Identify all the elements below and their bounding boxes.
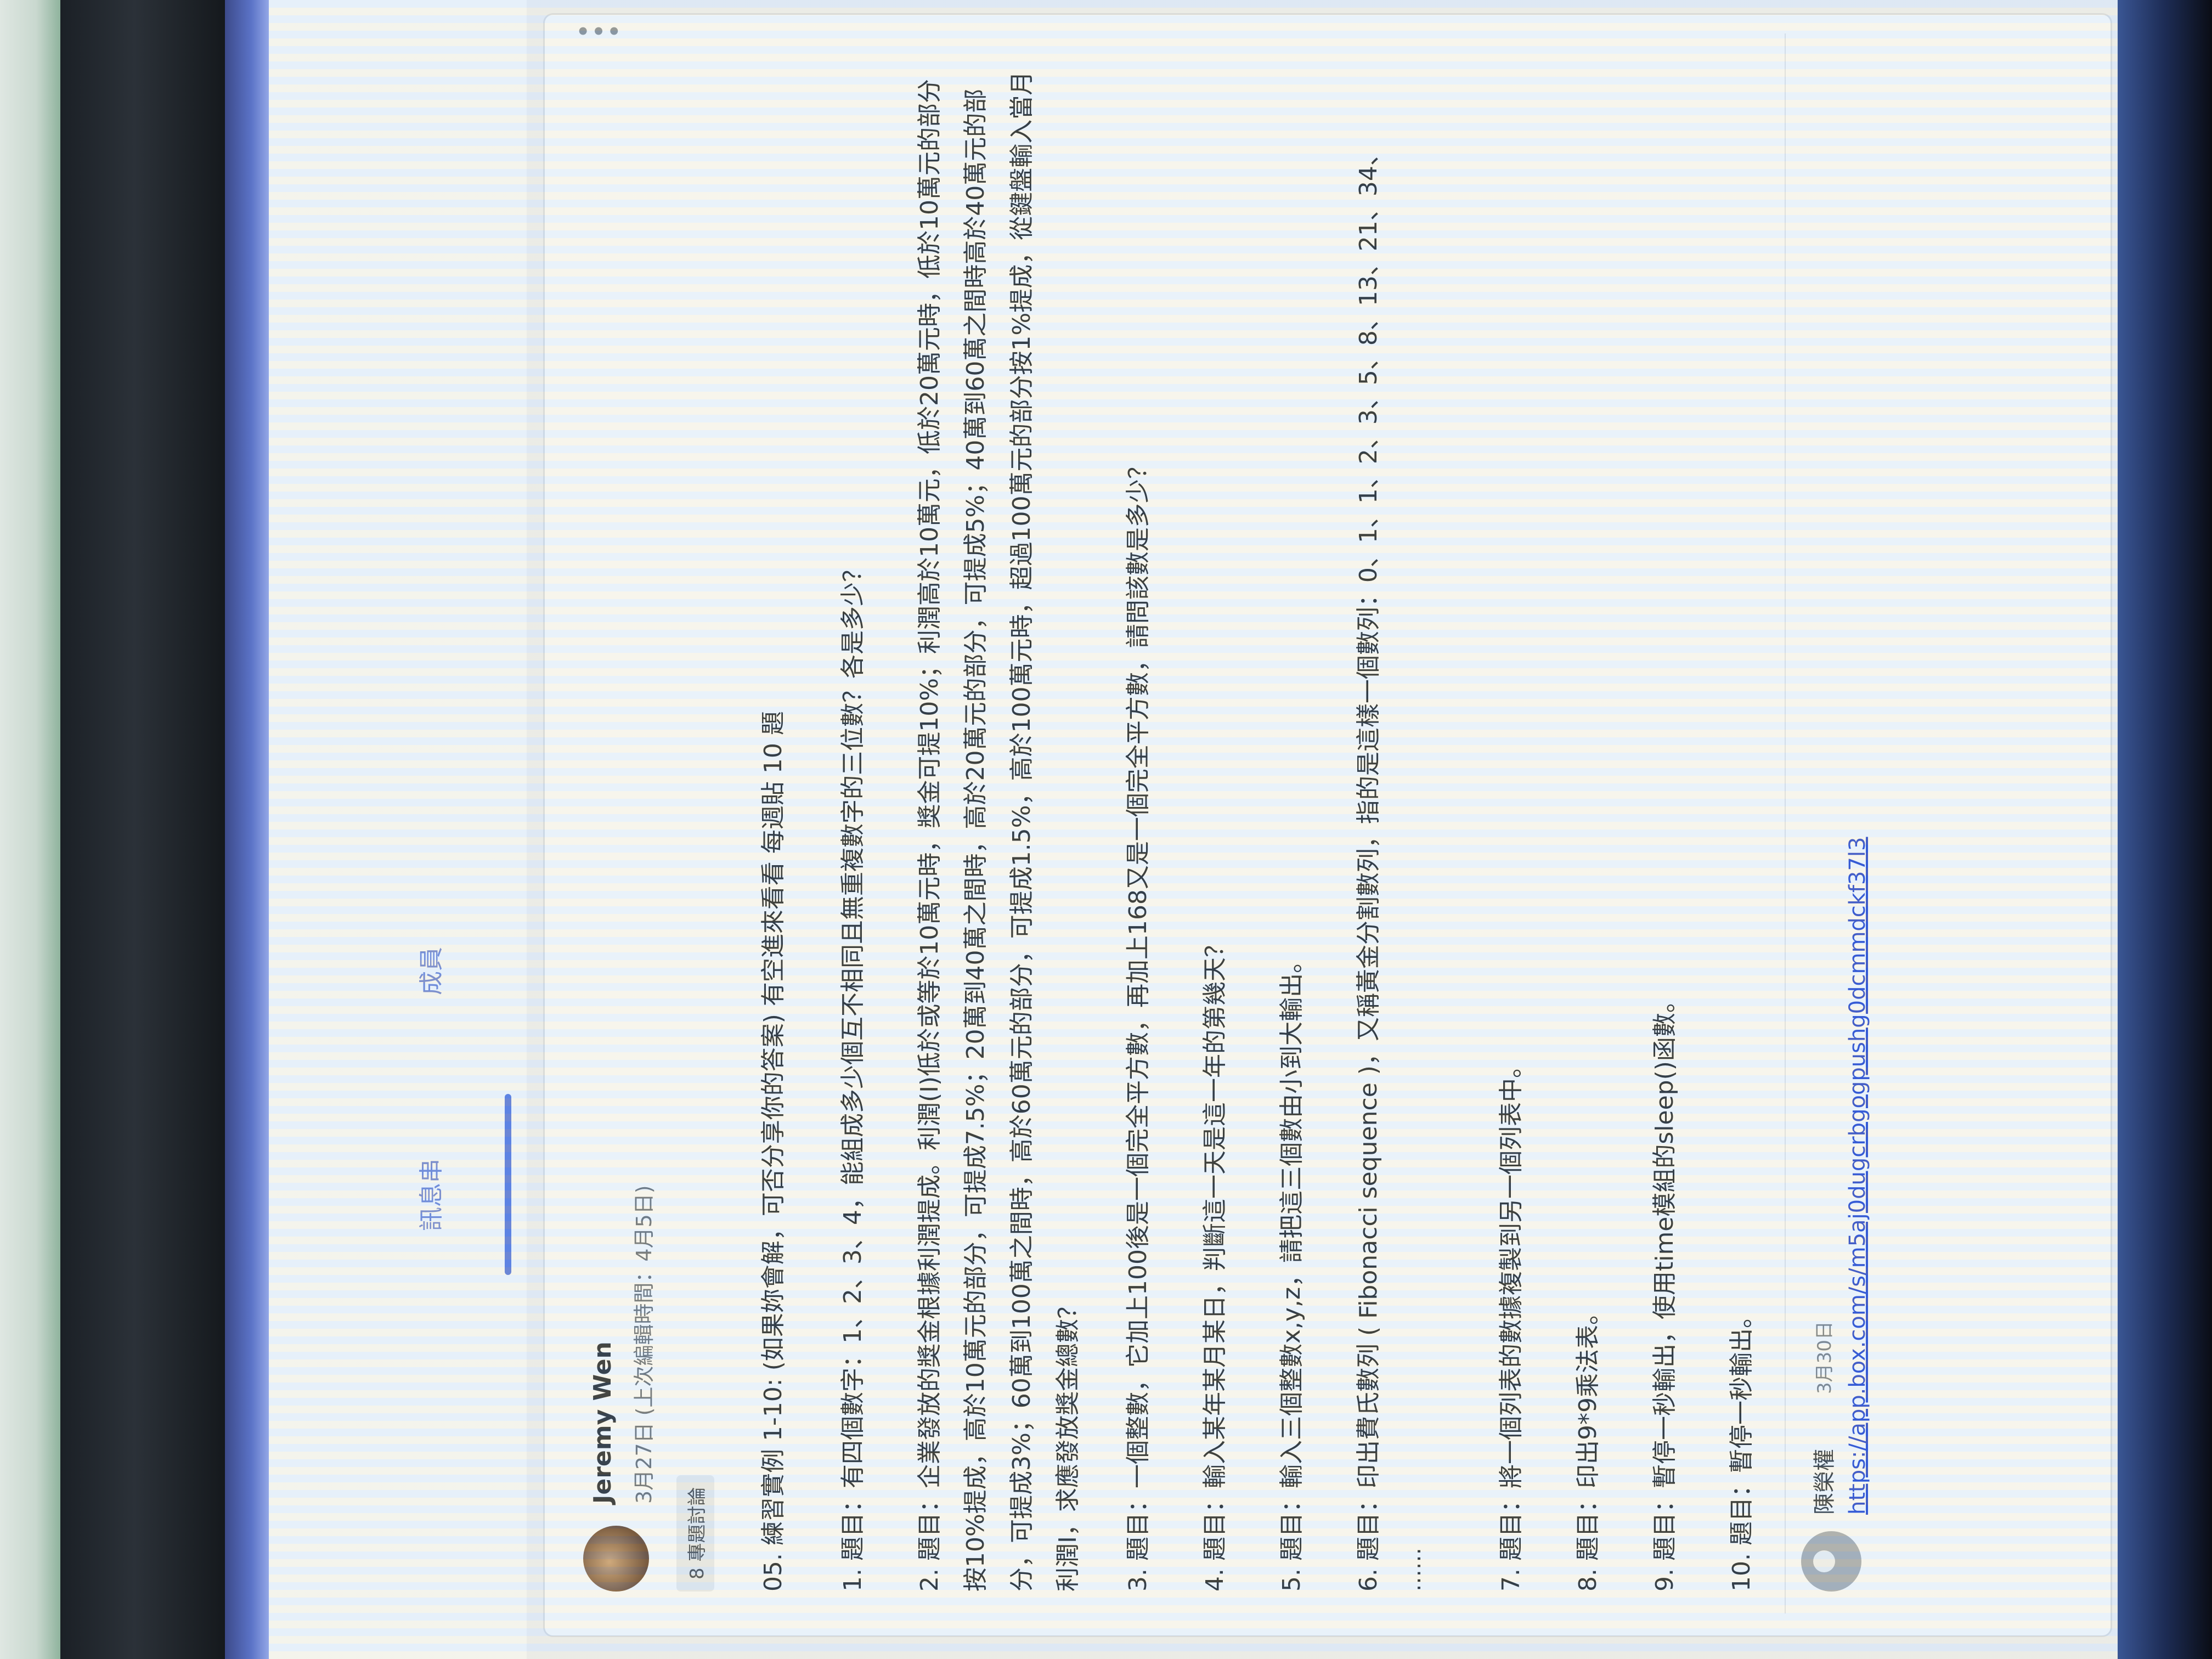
question-item: 6. 題目：印出費氏數列 ( Fibonacci sequence )，又稱黃金…	[1355, 142, 1383, 1592]
question-item: 3. 題目：一個整數，它加上100後是一個完全平方數，再加上168又是一個完全平…	[1124, 455, 1152, 1592]
question-item: 4. 題目：輸入某年某月某日，判斷這一天是這一年的第幾天？	[1201, 933, 1229, 1592]
post-author: Jeremy Wen	[589, 1341, 617, 1504]
comment-date: 3月30日	[1814, 1321, 1836, 1394]
question-item: 2. 題目：企業發放的獎金根據利潤提成。利潤(I)低於或等於10萬元時，獎金可提…	[916, 71, 1082, 1592]
monitor-bezel-left	[60, 0, 225, 1659]
question-item: 1. 題目：有四個數字：1、2、3、4，能組成多少個互不相同且無重複數字的三位數…	[839, 558, 867, 1592]
comment-author: 陳榮權	[1812, 1449, 1837, 1515]
question-item: 5. 題目：輸入三個整數x,y,z，請把這三個數由小到大輸出。	[1278, 949, 1306, 1592]
screen-edge	[225, 0, 269, 1659]
post-card: Jeremy Wen 3月27日 (上次編輯時間：4月5日) ••• 8 專題討…	[543, 13, 2112, 1637]
post-title: 05. 練習實例 1-10: (如果妳會解，可否分享你的答案) 有空進來看看 每…	[759, 711, 787, 1592]
screen: 訊息串 成員 Jeremy Wen 3月27日 (上次編輯時間：4月5日) ••…	[269, 0, 2118, 1659]
question-item: 9. 題目：暫停一秒輸出，使用time模組的sleep()函數。	[1651, 989, 1679, 1592]
more-vert-icon[interactable]: •••	[575, 17, 622, 48]
monitor-bezel-right	[2118, 0, 2212, 1659]
tab-members[interactable]: 成員	[411, 947, 447, 995]
background-wall	[0, 0, 60, 1659]
avatar[interactable]	[583, 1526, 649, 1592]
active-tab-indicator	[505, 1094, 511, 1275]
question-item: 10. 題目：暫停一秒輸出。	[1728, 1304, 1756, 1592]
topic-chip[interactable]: 8 專題討論	[676, 1475, 714, 1592]
ellipsis: ……	[1401, 1548, 1426, 1592]
screen-content: 訊息串 成員 Jeremy Wen 3月27日 (上次編輯時間：4月5日) ••…	[269, 0, 2118, 1659]
top-navigation: 訊息串 成員	[269, 0, 527, 1659]
question-item: 7. 題目：將一個列表的數據複製到另一個列表中。	[1497, 1054, 1525, 1592]
comment-link[interactable]: https://app.box.com/s/m5aj0dugcrbgogpush…	[1845, 837, 1870, 1515]
question-item: 8. 題目：印出9*9乘法表。	[1574, 1301, 1602, 1592]
tab-stream[interactable]: 訊息串	[411, 1159, 447, 1231]
commenter-avatar[interactable]	[1801, 1531, 1861, 1592]
comment-divider	[1785, 33, 1786, 1613]
post-date: 3月27日 (上次編輯時間：4月5日)	[632, 1185, 656, 1504]
rotated-screen: 訊息串 成員 Jeremy Wen 3月27日 (上次編輯時間：4月5日) ••…	[269, 0, 2118, 1659]
